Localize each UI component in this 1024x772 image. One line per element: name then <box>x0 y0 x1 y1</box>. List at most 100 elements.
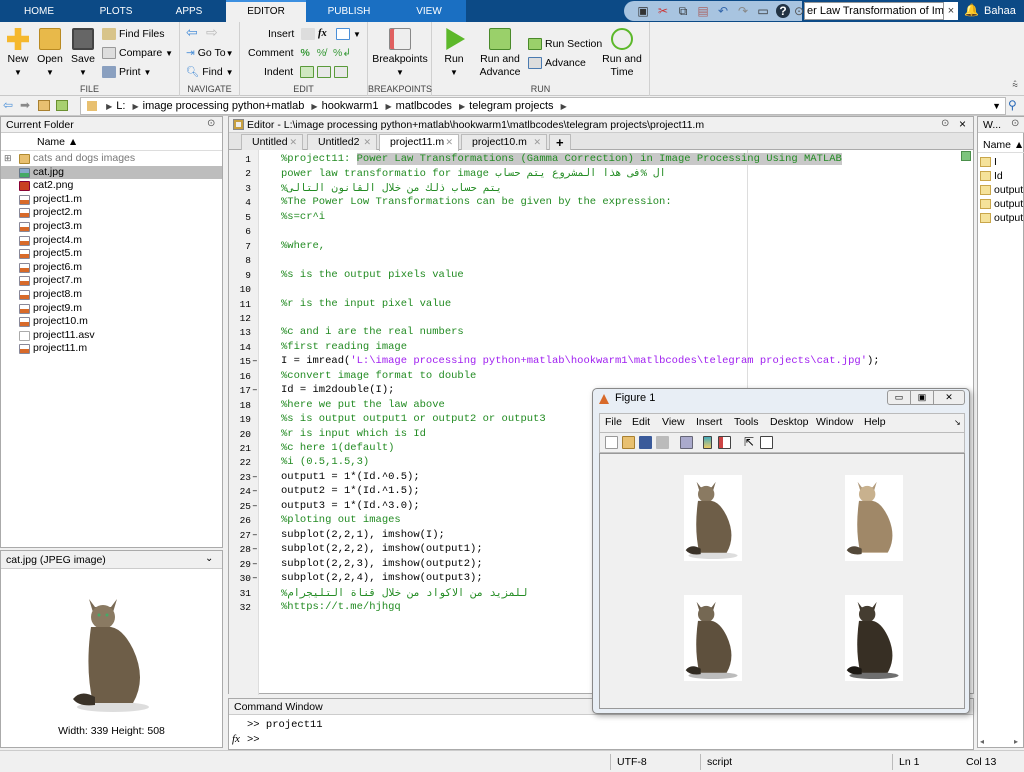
code-line[interactable]: %r is the input pixel value <box>281 298 451 310</box>
code-line[interactable]: %للمزيد من الاكواد من خلال قناة التليجرا… <box>281 587 527 600</box>
advance-button[interactable]: Advance <box>528 55 586 71</box>
function-browser-icon[interactable]: fx <box>232 733 240 745</box>
notification-bell-icon[interactable]: 🔔 <box>964 3 979 17</box>
breakpoint-marker[interactable]: – <box>252 355 258 366</box>
file-item[interactable]: project9.m <box>1 302 222 316</box>
workspace-variable[interactable]: output <box>978 183 1024 197</box>
figure-window[interactable]: Figure 1 ▭ ▣ ✕ File Edit View Insert Too… <box>592 388 970 714</box>
breadcrumb-folder[interactable]: hookwarm1 <box>322 100 379 112</box>
file-item[interactable]: project6.m <box>1 261 222 275</box>
file-item[interactable]: project3.m <box>1 220 222 234</box>
file-item[interactable]: project10.m <box>1 315 222 329</box>
breadcrumb-folder[interactable]: telegram projects <box>469 100 553 112</box>
search-documentation-input[interactable]: er Law Transformation of Image <box>804 2 944 20</box>
file-item[interactable]: cat2.png <box>1 179 222 193</box>
run-section-button[interactable]: Run Section <box>528 36 602 52</box>
paste-icon[interactable]: ▤ <box>696 4 710 18</box>
file-item[interactable]: ⊞ cats and dogs images <box>1 152 222 166</box>
search-clear-button[interactable]: × <box>944 2 958 20</box>
tab-apps[interactable]: APPS <box>156 0 222 22</box>
indent-button[interactable]: Indent <box>264 64 351 80</box>
code-line[interactable]: output1 = 1*(Id.^0.5); <box>281 471 420 483</box>
collapse-preview-icon[interactable]: ⌄ <box>205 553 213 564</box>
file-item[interactable]: project7.m <box>1 274 222 288</box>
new-button[interactable]: New ▼ <box>4 28 32 79</box>
file-item[interactable]: project1.m <box>1 193 222 207</box>
print-figure-icon[interactable] <box>656 436 669 449</box>
insert-function-button[interactable]: fx <box>318 26 327 42</box>
code-line[interactable]: %project11: Power Law Transformations (G… <box>281 153 842 165</box>
workspace-variable[interactable]: output <box>978 211 1024 225</box>
code-line[interactable]: %ploting out images <box>281 514 401 526</box>
menu-edit[interactable]: Edit <box>632 416 650 428</box>
back-folder-icon[interactable]: ⇦ <box>3 98 13 112</box>
uncomment-icon[interactable]: %̸ <box>317 47 326 59</box>
code-line[interactable]: I = imread('L:\image processing python+m… <box>281 355 880 367</box>
editor-tab[interactable]: Untitled2 ✕ <box>307 134 377 150</box>
code-line[interactable]: %r is input which is Id <box>281 428 426 440</box>
comment-button[interactable]: Comment % %̸ %↲ <box>248 45 351 61</box>
save-button[interactable]: Save ▼ <box>70 28 96 79</box>
name-column-header[interactable]: Name ▲ <box>1 133 222 151</box>
link-plot-icon[interactable] <box>680 436 693 449</box>
editor-tab-active[interactable]: project11.m ✕ <box>379 134 459 151</box>
increase-indent-icon[interactable] <box>317 66 332 79</box>
run-button[interactable]: Run ▼ <box>440 28 468 79</box>
tab-editor[interactable]: EDITOR <box>226 0 306 22</box>
code-line[interactable]: subplot(2,2,1), imshow(I); <box>281 529 445 541</box>
copy-icon[interactable]: ⧉ <box>676 4 690 18</box>
redo-icon[interactable]: ↷ <box>736 4 750 18</box>
insert-button[interactable]: Insert <box>268 26 318 42</box>
print-button[interactable]: Print ▼ <box>102 64 151 81</box>
tab-home[interactable]: HOME <box>6 0 72 22</box>
run-and-advance-button[interactable]: Run and Advance <box>478 28 522 79</box>
close-tab-icon[interactable]: ✕ <box>363 135 371 150</box>
workspace-variable[interactable]: Id <box>978 169 1024 183</box>
cut-icon[interactable]: ✂ <box>656 4 670 18</box>
back-arrow-icon[interactable]: ⇦ <box>186 24 198 40</box>
menu-help[interactable]: Help <box>864 416 886 428</box>
workspace-variable[interactable]: I <box>978 155 1024 169</box>
minimize-button[interactable]: ▭ <box>887 390 911 405</box>
code-line[interactable]: %s is output output1 or output2 or outpu… <box>281 413 546 425</box>
maximize-button[interactable]: ▣ <box>910 390 934 405</box>
path-dropdown-icon[interactable]: ▼ <box>992 98 1001 114</box>
breakpoint-marker[interactable]: – <box>252 471 258 482</box>
close-tab-icon[interactable]: ✕ <box>533 135 541 150</box>
search-folder-icon[interactable]: ⚲ <box>1008 98 1017 112</box>
code-line[interactable]: subplot(2,2,3), imshow(output2); <box>281 558 483 570</box>
subplot-image[interactable] <box>684 595 742 681</box>
breakpoint-marker[interactable]: – <box>252 485 258 496</box>
file-item[interactable]: project5.m <box>1 247 222 261</box>
subplot-image[interactable] <box>684 475 742 561</box>
tab-view[interactable]: VIEW <box>392 0 466 22</box>
breakpoints-button[interactable]: Breakpoints ▼ <box>372 28 428 79</box>
code-line[interactable]: %يتم حساب ذلك من خلال القانون التالى <box>281 182 502 195</box>
close-tab-icon[interactable]: ✕ <box>445 135 453 150</box>
scroll-right-icon[interactable]: ▸ <box>1014 737 1018 746</box>
code-line[interactable]: %s=cr^i <box>281 211 325 223</box>
menu-window[interactable]: Window <box>816 416 853 428</box>
decrease-indent-icon[interactable] <box>334 66 349 79</box>
expand-folder-icon[interactable]: ⊞ <box>4 152 12 166</box>
find-button[interactable]: 🔍︎ Find ▼ <box>186 64 234 81</box>
collapse-ribbon-icon[interactable]: ⩯ <box>1012 80 1018 91</box>
forward-arrow-icon[interactable]: ⇨ <box>206 24 218 40</box>
file-item[interactable]: project11.asv <box>1 329 222 343</box>
code-line[interactable]: %https://t.me/hjhgq <box>281 601 401 613</box>
help-icon[interactable]: ? <box>776 4 790 18</box>
file-item[interactable]: project4.m <box>1 234 222 248</box>
tab-publish[interactable]: PUBLISH <box>306 0 392 22</box>
panel-actions-icon[interactable]: ⊙ <box>207 118 215 129</box>
figure-canvas[interactable] <box>599 453 965 709</box>
breakpoint-marker[interactable]: – <box>252 558 258 569</box>
breakpoint-marker[interactable]: – <box>252 529 258 540</box>
forward-folder-icon[interactable]: ➡ <box>20 98 30 112</box>
close-window-button[interactable]: ✕ <box>933 390 965 405</box>
undo-icon[interactable]: ↶ <box>716 4 730 18</box>
file-item[interactable]: project2.m <box>1 206 222 220</box>
save-icon[interactable]: ▣ <box>636 4 650 18</box>
new-tab-button[interactable]: + <box>549 134 571 150</box>
breadcrumb-folder[interactable]: image processing python+matlab <box>143 100 305 112</box>
code-line[interactable]: output2 = 1*(Id.^1.5); <box>281 485 420 497</box>
